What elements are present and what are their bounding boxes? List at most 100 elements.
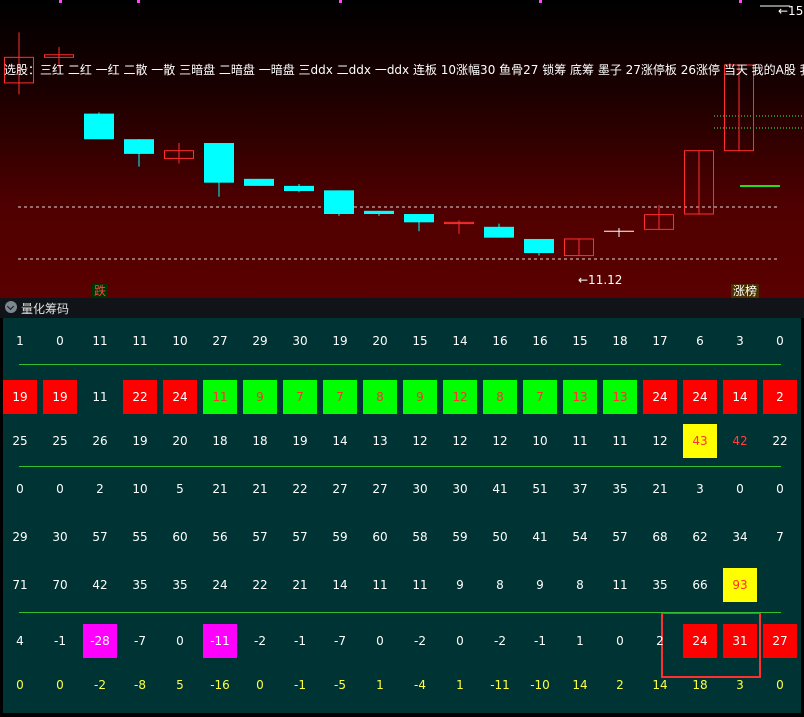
candle-body-13 [524, 238, 554, 254]
grid-cell-r2-c15: 11 [612, 434, 628, 448]
grid-cell-r2-c4: 20 [172, 434, 188, 448]
grid-cell-r2-c9: 13 [372, 434, 388, 448]
grid-cell-r7-c15: 2 [616, 678, 624, 692]
grid-cell-r4-c15: 57 [612, 530, 628, 544]
grid-cell-r1-c12: 8 [483, 380, 517, 414]
grid-cell-r2-c11: 12 [452, 434, 468, 448]
top-price-label: ←15 [778, 4, 804, 18]
grid-cell-r6-c6: -2 [254, 634, 266, 648]
chevron-down-icon[interactable] [5, 301, 17, 313]
grid-cell-r1-c18: 14 [723, 380, 757, 414]
quant-chip-grid: 1 0 11 11 10 27 29 30 19 20 15 14 16 16 15 18 17 6 3 0 19 19 1… [3, 318, 801, 713]
grid-cell-r5-c9: 11 [372, 578, 388, 592]
grid-cell-r0-c17: 6 [696, 334, 704, 348]
grid-cell-r1-c5: 11 [203, 380, 237, 414]
grid-cell-r6-c17: 24 [683, 624, 717, 658]
grid-cell-r6-c16: 2 [656, 634, 664, 648]
grid-cell-r2-c16: 12 [652, 434, 668, 448]
grid-cell-r3-c6: 21 [252, 482, 268, 496]
grid-cell-r1-c10: 9 [403, 380, 437, 414]
grid-cell-r5-c2: 42 [92, 578, 108, 592]
grid-cell-r6-c4: 0 [176, 634, 184, 648]
grid-cell-r3-c10: 30 [412, 482, 428, 496]
kline-chart[interactable] [0, 0, 804, 298]
grid-cell-r1-c1: 19 [43, 380, 77, 414]
grid-cell-r3-c15: 35 [612, 482, 628, 496]
grid-cell-r0-c7: 30 [292, 334, 308, 348]
grid-cell-r2-c12: 12 [492, 434, 508, 448]
grid-cell-r5-c0: 71 [12, 578, 28, 592]
grid-cell-r0-c18: 3 [736, 334, 744, 348]
grid-cell-r6-c11: 0 [456, 634, 464, 648]
grid-cell-r5-c3: 35 [132, 578, 148, 592]
grid-cell-r3-c3: 10 [132, 482, 148, 496]
grid-cell-r2-c13: 10 [532, 434, 548, 448]
grid-cell-r6-c3: -7 [134, 634, 146, 648]
grid-cell-r6-c0: 4 [16, 634, 24, 648]
grid-cell-r7-c6: 0 [256, 678, 264, 692]
grid-cell-r7-c17: 18 [692, 678, 708, 692]
grid-cell-r5-c17: 66 [692, 578, 708, 592]
candle-body-7 [284, 185, 314, 191]
grid-cell-r5-c16: 35 [652, 578, 668, 592]
kline-chart-panel[interactable]: 选股：三红 二红 一红 二散 一散 三暗盘 二暗盘 一暗盘 三ddx 二ddx … [0, 0, 804, 298]
grid-cell-r5-c18: 93 [723, 568, 757, 602]
grid-cell-r5-c15: 11 [612, 578, 628, 592]
grid-cell-r3-c14: 37 [572, 482, 588, 496]
grid-cell-r3-c17: 3 [696, 482, 704, 496]
grid-cell-r0-c1: 0 [56, 334, 64, 348]
grid-cell-r2-c8: 14 [332, 434, 348, 448]
candle-body-8 [324, 190, 354, 215]
grid-cell-r3-c1: 0 [56, 482, 64, 496]
grid-cell-r7-c4: 5 [176, 678, 184, 692]
candle-body-2 [84, 113, 114, 140]
grid-cell-r0-c14: 15 [572, 334, 588, 348]
grid-cell-r7-c12: -11 [490, 678, 510, 692]
grid-cell-r7-c18: 3 [736, 678, 744, 692]
grid-cell-r4-c10: 58 [412, 530, 428, 544]
grid-cell-r4-c9: 60 [372, 530, 388, 544]
grid-cell-r7-c19: 0 [776, 678, 784, 692]
grid-cell-r5-c12: 8 [496, 578, 504, 592]
grid-cell-r3-c8: 27 [332, 482, 348, 496]
grid-cell-r4-c2: 57 [92, 530, 108, 544]
top-marker-3 [539, 0, 542, 3]
grid-cell-r2-c14: 11 [572, 434, 588, 448]
grid-cell-r0-c12: 16 [492, 334, 508, 348]
grid-cell-r7-c11: 1 [456, 678, 464, 692]
candle-body-6 [244, 178, 274, 186]
grid-cell-r3-c7: 22 [292, 482, 308, 496]
grid-cell-r4-c12: 50 [492, 530, 508, 544]
grid-cell-r6-c5: -11 [203, 624, 237, 658]
grid-cell-r1-c15: 13 [603, 380, 637, 414]
grid-cell-r4-c4: 60 [172, 530, 188, 544]
grid-separator-3 [19, 612, 781, 613]
grid-cell-r1-c13: 7 [523, 380, 557, 414]
grid-cell-r0-c10: 15 [412, 334, 428, 348]
grid-cell-r5-c5: 24 [212, 578, 228, 592]
low-price-label: ←11.12 [578, 273, 623, 287]
grid-cell-r0-c16: 17 [652, 334, 668, 348]
grid-cell-r6-c18: 31 [723, 624, 757, 658]
candle-body-9 [364, 210, 394, 215]
grid-cell-r6-c14: 1 [576, 634, 584, 648]
grid-cell-r3-c2: 2 [96, 482, 104, 496]
grid-cell-r2-c6: 18 [252, 434, 268, 448]
grid-cell-r6-c2: -28 [83, 624, 117, 658]
grid-cell-r4-c14: 54 [572, 530, 588, 544]
stock-selector-bar[interactable]: 选股：三红 二红 一红 二散 一散 三暗盘 二暗盘 一暗盘 三ddx 二ddx … [4, 61, 804, 78]
grid-cell-r4-c1: 30 [52, 530, 68, 544]
grid-cell-r3-c18: 0 [736, 482, 744, 496]
grid-cell-r3-c12: 41 [492, 482, 508, 496]
grid-cell-r6-c10: -2 [414, 634, 426, 648]
grid-cell-r3-c11: 30 [452, 482, 468, 496]
grid-cell-r0-c3: 11 [132, 334, 148, 348]
grid-cell-r2-c0: 25 [12, 434, 28, 448]
grid-cell-r4-c19: 7 [776, 530, 784, 544]
grid-cell-r1-c19: 2 [763, 380, 797, 414]
grid-cell-r3-c19: 0 [776, 482, 784, 496]
candle-body-12 [484, 226, 514, 238]
candle-body-10 [404, 214, 434, 223]
grid-cell-r1-c2: 11 [92, 390, 108, 404]
grid-cell-r1-c17: 24 [683, 380, 717, 414]
